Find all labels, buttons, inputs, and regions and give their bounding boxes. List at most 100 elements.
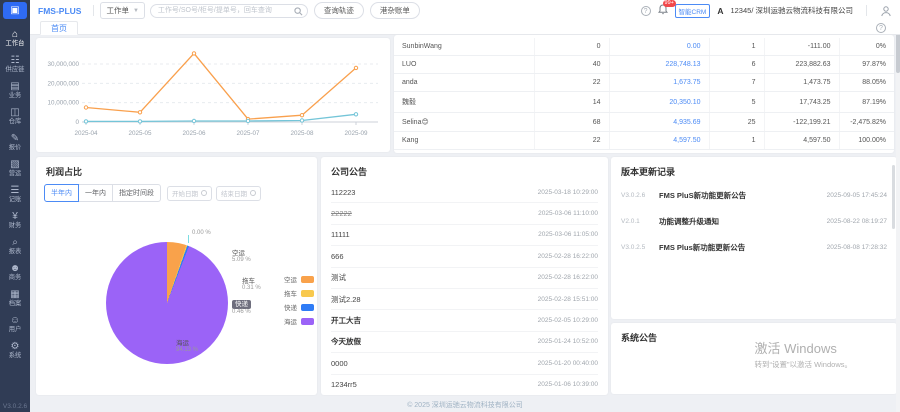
table-row[interactable]: anda 22 1,673.75 7 1,473.75 88.05% (394, 74, 894, 92)
notifications[interactable]: 99+ (658, 4, 668, 17)
help-icon[interactable]: ? (641, 6, 651, 16)
legend-item[interactable]: 海运 (284, 316, 314, 326)
global-search (150, 4, 308, 18)
announcement-row[interactable]: 测试 2025-02-28 16:22:00 (331, 268, 598, 289)
tenant-name[interactable]: 12345/ 深圳运驰云物流科技有限公司 (730, 5, 853, 16)
cell-count2: 1 (709, 132, 764, 150)
sidebar-item-label: 报表 (2, 248, 29, 255)
start-date-input[interactable]: 开始日期 (167, 186, 212, 201)
search-type-select[interactable]: 工作单 ▼ (100, 2, 144, 19)
announcement-row[interactable]: 112223 2025-03-18 10:29:00 (331, 182, 598, 203)
svg-text:2025-04: 2025-04 (74, 130, 98, 137)
sidebar-item-label: 业务 (2, 92, 29, 99)
sidebar-item-business[interactable]: ▤ 业务 (0, 77, 30, 103)
sidebar-item-label: 系统 (2, 352, 29, 359)
sidebar-item-label: 档案 (2, 300, 29, 307)
sidebar-item-system[interactable]: ⚙ 系统 (0, 337, 30, 363)
filter-custom-range[interactable]: 指定时间段 (112, 184, 161, 202)
cell-name: 魏毅 (394, 92, 534, 113)
scrollbar-thumb[interactable] (892, 165, 895, 229)
version-time: 2025-08-22 08:19:27 (827, 218, 887, 225)
tab-home[interactable]: 首页 (40, 21, 78, 35)
cell-amount2: -111.00 (764, 38, 839, 56)
sidebar-item-finance[interactable]: ¥ 财务 (0, 207, 30, 233)
commerce-icon: ☻ (0, 263, 30, 274)
version-row[interactable]: V2.0.1 功能调整升级通知 2025-08-22 08:19:27 (621, 208, 887, 234)
announcement-row[interactable]: 今天放假 2025-01-24 10:52:00 (331, 332, 598, 353)
cell-rate: 88.05% (839, 74, 894, 92)
search-icon[interactable] (294, 7, 303, 16)
sidebar-item-warehouse[interactable]: ◫ 仓库 (0, 103, 30, 129)
svg-text:2025-09: 2025-09 (344, 130, 368, 137)
sidebar-item-commerce[interactable]: ☻ 商务 (0, 259, 30, 285)
system-icon: ⚙ (0, 341, 30, 352)
line-chart[interactable]: 010,000,00020,000,00030,000,0002025-0420… (36, 38, 390, 148)
cell-amount1[interactable]: 4,597.50 (609, 132, 709, 150)
sidebar-item-archives[interactable]: ▦ 档案 (0, 285, 30, 311)
announcement-row[interactable]: 22222 2025-03-06 11:10:00 (331, 203, 598, 224)
cell-amount2: 4,597.50 (764, 132, 839, 150)
supply-chain-icon: ☷ (0, 55, 30, 66)
cell-amount1[interactable]: 20,350.10 (609, 92, 709, 113)
table-row[interactable]: LUO 40 228,748.13 6 223,882.63 97.87% (394, 56, 894, 74)
search-input[interactable] (150, 4, 308, 18)
sidebar-item-supply-chain[interactable]: ☷ 供应链 (0, 51, 30, 77)
sidebar-version: V3.0.2.6 (0, 403, 30, 410)
sidebar-item-workbench[interactable]: ⌂ 工作台 (0, 25, 30, 51)
sidebar-item-users[interactable]: ☺ 用户 (0, 311, 30, 337)
legend-label: 空运 (284, 274, 297, 284)
pie-chart[interactable] (106, 242, 228, 364)
cell-count1: 40 (534, 56, 609, 74)
cell-amount1[interactable]: 1,673.75 (609, 74, 709, 92)
cell-amount1[interactable]: 0.00 (609, 38, 709, 56)
warehouse-icon: ◫ (0, 107, 30, 118)
announcement-row[interactable]: 11111 2025-03-06 11:05:00 (331, 225, 598, 246)
cell-amount1[interactable]: 228,748.13 (609, 56, 709, 74)
sidebar-item-label: 仓库 (2, 118, 29, 125)
end-date-placeholder: 结束日期 (221, 188, 247, 198)
announcement-time: 2025-02-28 15:51:00 (538, 296, 598, 303)
announcement-row[interactable]: 开工大吉 2025-02-05 10:29:00 (331, 310, 598, 331)
watermark-line2: 转到“设置”以激活 Windows。 (754, 359, 852, 370)
table-row[interactable]: SunbinWang 0 0.00 1 -111.00 0% (394, 38, 894, 56)
legend-item[interactable]: 快递 (284, 302, 314, 312)
end-date-input[interactable]: 结束日期 (216, 186, 261, 201)
crm-tag[interactable]: 智能CRM (675, 4, 711, 18)
table-row[interactable]: 魏毅 14 20,350.10 5 17,743.25 87.19% (394, 92, 894, 113)
page-scrollbar[interactable] (896, 21, 900, 412)
app-logo[interactable]: ▣ (3, 2, 27, 19)
pie-filters: 半年内 一年内 指定时间段 开始日期 结束日期 (36, 182, 317, 202)
sidebar-item-reports[interactable]: ⌕ 报表 (0, 233, 30, 259)
version-row[interactable]: V3.0.2.6 FMS PluS新功能更新公告 2025-09-05 17:4… (621, 182, 887, 208)
announcement-row[interactable]: 666 2025-02-28 16:22:00 (331, 246, 598, 267)
cell-rate: 97.87% (839, 56, 894, 74)
sidebar-item-label: 财务 (2, 222, 29, 229)
version-time: 2025-09-05 17:45:24 (827, 192, 887, 199)
summary-table-card: SunbinWang 0 0.00 1 -111.00 0%LUO 40 228… (394, 35, 894, 153)
pie-label-air: 空运5.09 % (232, 250, 251, 264)
cell-count2: 7 (709, 74, 764, 92)
table-row[interactable]: Kang 22 4,597.50 1 4,597.50 100.00% (394, 132, 894, 150)
watermark-line1: 激活 Windows (754, 338, 852, 357)
announcement-row[interactable]: 测试2.28 2025-02-28 15:51:00 (331, 289, 598, 310)
port-bill-button[interactable]: 港杂账单 (370, 2, 420, 19)
version-row[interactable]: V3.0.2.5 FMS Plus新功能更新公告 2025-08-08 17:2… (621, 234, 887, 260)
divider (93, 5, 94, 16)
sidebar-item-operations[interactable]: ▧ 营运 (0, 155, 30, 181)
sidebar-item-accounting[interactable]: ☰ 记账 (0, 181, 30, 207)
sidebar-item-quotation[interactable]: ✎ 报价 (0, 129, 30, 155)
announcement-row[interactable]: 0000 2025-01-20 00:40:00 (331, 353, 598, 374)
legend-item[interactable]: 拖车 (284, 288, 314, 298)
page-help-icon[interactable]: ? (876, 23, 886, 33)
table-row[interactable]: Selina😊 68 4,935.69 25 -122,199.21 -2,47… (394, 113, 894, 132)
cell-amount1[interactable]: 4,935.69 (609, 113, 709, 132)
announcement-row[interactable]: 1234rr5 2025-01-06 10:39:00 (331, 375, 598, 395)
announcement-title: 112223 (331, 188, 355, 197)
track-query-button[interactable]: 查询轨迹 (314, 2, 364, 19)
legend-item[interactable]: 空运 (284, 274, 314, 284)
font-size-toggle[interactable]: A (717, 6, 723, 16)
cell-name: anda (394, 74, 534, 92)
filter-one-year[interactable]: 一年内 (78, 184, 113, 202)
avatar-icon[interactable] (880, 5, 892, 17)
filter-half-year[interactable]: 半年内 (44, 184, 79, 202)
